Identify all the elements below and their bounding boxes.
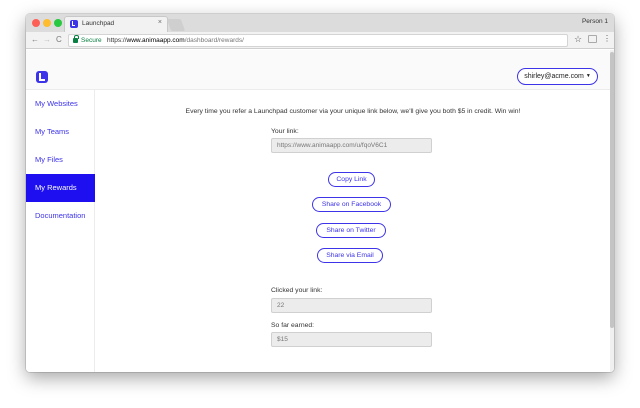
url-scheme: https:// xyxy=(107,37,127,44)
referral-link-field[interactable]: https://www.animaapp.com/u/fqoV6C1 xyxy=(271,138,432,153)
your-link-label: Your link: xyxy=(271,128,299,135)
profile-name[interactable]: Person 1 xyxy=(582,18,608,25)
launchpad-favicon-icon xyxy=(70,20,78,28)
browser-tab[interactable]: Launchpad × xyxy=(64,16,168,32)
url-text: https://www.animaapp.com/dashboard/rewar… xyxy=(107,37,244,44)
maximize-window-button[interactable] xyxy=(54,19,62,27)
forward-icon[interactable]: → xyxy=(43,35,51,44)
address-bar: ← → C Secure https://www.animaapp.com/da… xyxy=(26,32,614,49)
clicked-count-field: 22 xyxy=(271,298,432,313)
rewards-intro-text: Every time you refer a Launchpad custome… xyxy=(185,108,521,115)
sidebar-item-documentation[interactable]: Documentation xyxy=(26,202,95,230)
tab-close-icon[interactable]: × xyxy=(158,19,162,26)
url-path: /dashboard/rewards/ xyxy=(184,37,244,44)
back-icon[interactable]: ← xyxy=(31,35,39,44)
sidebar: My Websites My Teams My Files My Rewards… xyxy=(26,90,95,372)
app-header: shirley@acme.com ▼ xyxy=(26,50,610,90)
url-field[interactable]: Secure https://www.animaapp.com/dashboar… xyxy=(68,34,568,47)
share-facebook-button[interactable]: Share on Facebook xyxy=(312,197,391,212)
lock-icon xyxy=(73,35,79,43)
clicked-link-label: Clicked your link: xyxy=(271,287,323,294)
close-window-button[interactable] xyxy=(32,19,40,27)
menu-icon[interactable]: ⋮ xyxy=(603,34,611,43)
bookmark-star-icon[interactable]: ☆ xyxy=(574,34,582,45)
copy-link-button[interactable]: Copy Link xyxy=(328,172,375,187)
sidebar-item-my-websites[interactable]: My Websites xyxy=(26,90,95,118)
secure-label: Secure xyxy=(81,37,102,44)
reload-icon[interactable]: C xyxy=(56,35,62,44)
browser-window: Launchpad × Person 1 ← → C Secure https:… xyxy=(26,14,614,372)
share-email-button[interactable]: Share via Email xyxy=(317,248,383,263)
sidebar-item-my-teams[interactable]: My Teams xyxy=(26,118,95,146)
tab-title: Launchpad xyxy=(82,20,115,27)
title-bar: Launchpad × Person 1 xyxy=(26,14,614,32)
scrollbar-thumb[interactable] xyxy=(610,52,614,328)
page-scrollbar[interactable] xyxy=(610,50,614,372)
minimize-window-button[interactable] xyxy=(43,19,51,27)
url-host: www.animaapp.com xyxy=(126,37,185,44)
sidebar-item-my-files[interactable]: My Files xyxy=(26,146,95,174)
user-email: shirley@acme.com xyxy=(524,73,584,80)
new-tab-button[interactable] xyxy=(166,19,186,31)
sidebar-item-my-rewards[interactable]: My Rewards xyxy=(26,174,95,202)
user-menu-button[interactable]: shirley@acme.com ▼ xyxy=(517,68,598,85)
chevron-down-icon: ▼ xyxy=(585,73,591,79)
rewards-main: Every time you refer a Launchpad custome… xyxy=(96,90,610,372)
earned-label: So far earned: xyxy=(271,322,315,329)
extension-icon[interactable] xyxy=(588,35,597,43)
app-viewport: shirley@acme.com ▼ My Websites My Teams M… xyxy=(26,50,614,372)
share-twitter-button[interactable]: Share on Twitter xyxy=(316,223,386,238)
launchpad-logo-icon[interactable] xyxy=(36,71,48,83)
earned-amount-field: $15 xyxy=(271,332,432,347)
